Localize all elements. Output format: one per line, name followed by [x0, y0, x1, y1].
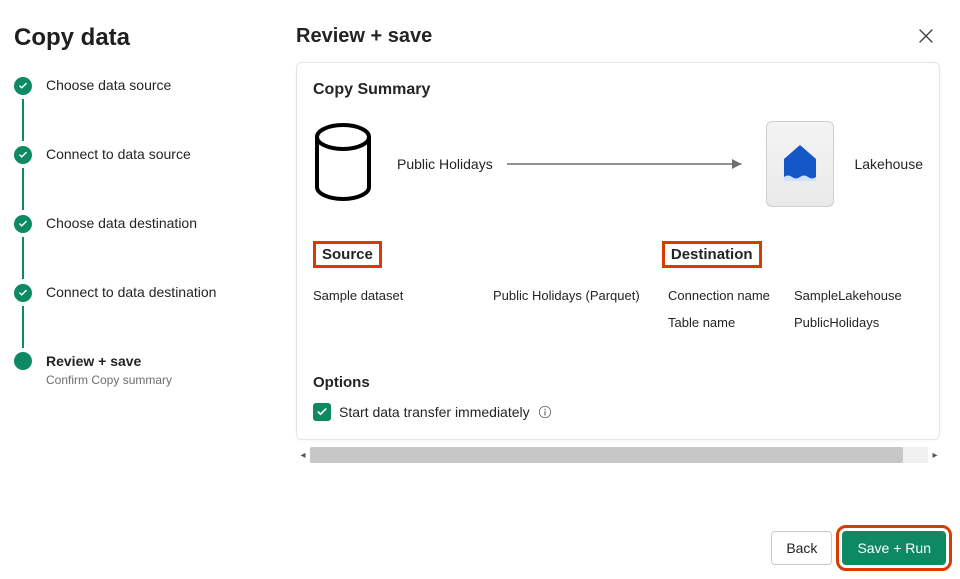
table-name-value: PublicHolidays	[794, 315, 879, 330]
sample-dataset-label: Sample dataset	[313, 288, 493, 303]
step-connector	[22, 237, 24, 279]
save-run-button[interactable]: Save + Run	[842, 531, 946, 565]
check-icon	[316, 406, 328, 418]
save-run-button-label: Save + Run	[857, 540, 931, 556]
info-icon[interactable]	[538, 405, 552, 419]
check-circle-icon	[14, 215, 32, 233]
step-connect-to-data-source[interactable]: Connect to data source	[14, 145, 256, 164]
options-heading: Options	[313, 374, 923, 391]
sidebar-title: Copy data	[14, 24, 256, 52]
arrow-icon	[507, 156, 753, 172]
scroll-right-icon[interactable]: ▸	[928, 450, 942, 461]
step-sublabel: Confirm Copy summary	[46, 373, 172, 387]
check-icon	[18, 219, 28, 229]
scrollbar-thumb[interactable]	[310, 447, 903, 463]
destination-name: Lakehouse	[854, 156, 923, 172]
check-icon	[18, 288, 28, 298]
connection-name-label: Connection name	[668, 288, 794, 303]
scroll-left-icon[interactable]: ◂	[296, 450, 310, 461]
source-heading: Source	[313, 241, 382, 268]
step-connect-to-data-destination[interactable]: Connect to data destination	[14, 283, 256, 302]
close-button[interactable]	[910, 20, 942, 52]
step-label: Review + save	[46, 352, 172, 370]
check-circle-icon	[14, 77, 32, 95]
back-button[interactable]: Back	[771, 531, 832, 565]
card-title: Copy Summary	[313, 81, 923, 99]
start-transfer-checkbox[interactable]	[313, 403, 331, 421]
destination-heading: Destination	[662, 241, 762, 268]
step-label: Connect to data destination	[46, 283, 216, 301]
check-circle-icon	[14, 146, 32, 164]
step-review-save[interactable]: Review + save Confirm Copy summary	[14, 352, 256, 387]
step-connector	[22, 99, 24, 141]
table-name-label: Table name	[668, 315, 794, 330]
step-label: Choose data destination	[46, 214, 197, 232]
source-name: Public Holidays	[397, 156, 493, 172]
main-panel: Review + save Copy Summary Public Holida…	[268, 0, 960, 579]
page-title: Review + save	[296, 25, 432, 48]
step-connector	[22, 306, 24, 348]
connection-name-value: SampleLakehouse	[794, 288, 902, 303]
check-icon	[18, 150, 28, 160]
step-choose-data-destination[interactable]: Choose data destination	[14, 214, 256, 233]
step-label: Connect to data source	[46, 145, 191, 163]
step-choose-data-source[interactable]: Choose data source	[14, 76, 256, 95]
copy-summary-card: Copy Summary Public Holidays	[296, 62, 940, 440]
step-label: Choose data source	[46, 76, 171, 94]
wizard-sidebar: Copy data Choose data source Connect to …	[0, 0, 268, 579]
step-connector	[22, 168, 24, 210]
check-icon	[18, 81, 28, 91]
check-circle-icon	[14, 284, 32, 302]
close-icon	[918, 28, 934, 44]
start-transfer-label: Start data transfer immediately	[339, 404, 530, 420]
sample-dataset-value: Public Holidays (Parquet)	[493, 288, 640, 303]
current-step-icon	[14, 352, 32, 370]
lakehouse-icon	[766, 121, 834, 207]
horizontal-scrollbar[interactable]: ◂ ▸	[296, 446, 942, 464]
back-button-label: Back	[786, 540, 817, 556]
database-icon	[313, 123, 373, 206]
